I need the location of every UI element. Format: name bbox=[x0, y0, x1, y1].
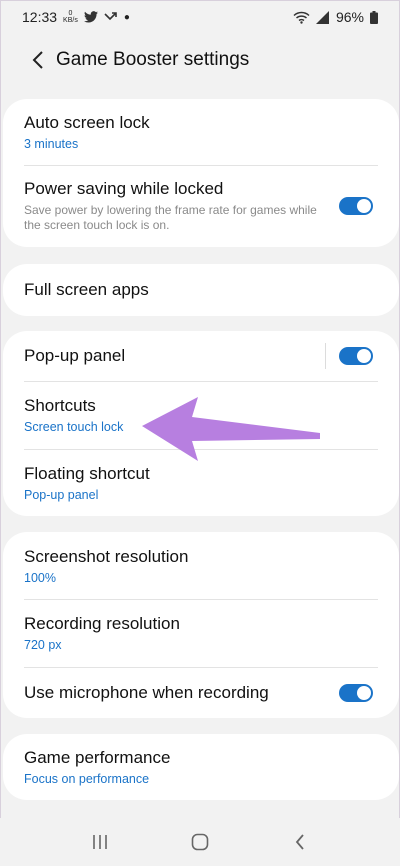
annotation-arrow-icon bbox=[142, 397, 320, 461]
network-speed-unit: KB/s bbox=[63, 17, 78, 24]
status-bar-right: 96% bbox=[293, 9, 378, 25]
recents-icon bbox=[92, 834, 108, 850]
twitter-icon bbox=[83, 11, 98, 23]
wifi-icon bbox=[293, 11, 310, 24]
auto-screen-lock-value: 3 minutes bbox=[24, 137, 79, 151]
recording-resolution-item[interactable]: Recording resolution 720 px bbox=[3, 599, 399, 667]
home-icon bbox=[191, 833, 209, 851]
back-button[interactable] bbox=[24, 46, 52, 74]
full-screen-apps-item[interactable]: Full screen apps bbox=[3, 264, 399, 316]
recording-resolution-title: Recording resolution bbox=[24, 614, 180, 633]
floating-shortcut-title: Floating shortcut bbox=[24, 463, 150, 483]
network-speed-value: 0 bbox=[68, 10, 73, 17]
popup-panel-item[interactable]: Pop-up panel bbox=[3, 331, 399, 381]
capture-settings-card: Screenshot resolution 100% Recording res… bbox=[3, 532, 399, 718]
signal-icon bbox=[315, 10, 330, 24]
power-saving-item[interactable]: Power saving while locked Save power by … bbox=[3, 165, 399, 247]
lock-settings-card: Auto screen lock 3 minutes Power saving … bbox=[3, 99, 399, 247]
game-performance-title: Game performance bbox=[24, 748, 171, 767]
auto-screen-lock-title: Auto screen lock bbox=[24, 113, 150, 132]
missed-call-icon bbox=[104, 11, 118, 23]
auto-screen-lock-item[interactable]: Auto screen lock 3 minutes bbox=[3, 99, 399, 165]
microphone-item[interactable]: Use microphone when recording bbox=[3, 667, 399, 718]
popup-panel-toggle[interactable] bbox=[339, 347, 373, 365]
microphone-toggle[interactable] bbox=[339, 683, 373, 702]
status-bar: 12:33 0 KB/s ● 96% bbox=[0, 0, 400, 34]
page-title: Game Booster settings bbox=[56, 49, 250, 70]
full-screen-card: Full screen apps bbox=[3, 264, 399, 316]
screenshot-resolution-value: 100% bbox=[24, 570, 56, 585]
floating-shortcut-value: Pop-up panel bbox=[24, 487, 99, 502]
recents-button[interactable] bbox=[80, 822, 120, 862]
back-arrow-icon bbox=[295, 834, 305, 850]
battery-level: 96% bbox=[335, 9, 364, 25]
recording-resolution-value: 720 px bbox=[24, 638, 62, 652]
screenshot-resolution-title: Screenshot resolution bbox=[24, 546, 189, 566]
network-speed: 0 KB/s bbox=[63, 10, 78, 24]
back-nav-button[interactable] bbox=[280, 822, 320, 862]
notification-dot-icon: ● bbox=[123, 11, 130, 23]
full-screen-apps-title: Full screen apps bbox=[24, 280, 149, 299]
game-performance-value: Focus on performance bbox=[24, 772, 150, 786]
status-time: 12:33 bbox=[22, 9, 58, 25]
popup-panel-separator bbox=[325, 343, 326, 369]
power-saving-description: Save power by lowering the frame rate fo… bbox=[24, 203, 317, 232]
navigation-bar bbox=[0, 818, 400, 866]
game-performance-item[interactable]: Game performance Focus on performance bbox=[3, 734, 399, 800]
microphone-title: Use microphone when recording bbox=[24, 682, 269, 702]
status-bar-left: 12:33 0 KB/s ● bbox=[22, 9, 130, 25]
chevron-left-icon bbox=[32, 51, 44, 69]
screenshot-resolution-item[interactable]: Screenshot resolution 100% bbox=[3, 532, 399, 599]
home-button[interactable] bbox=[180, 822, 220, 862]
performance-card: Game performance Focus on performance bbox=[3, 734, 399, 800]
battery-icon bbox=[370, 10, 378, 24]
app-header: Game Booster settings bbox=[0, 34, 400, 86]
power-saving-title: Power saving while locked bbox=[24, 179, 224, 198]
power-saving-toggle[interactable] bbox=[339, 197, 373, 215]
